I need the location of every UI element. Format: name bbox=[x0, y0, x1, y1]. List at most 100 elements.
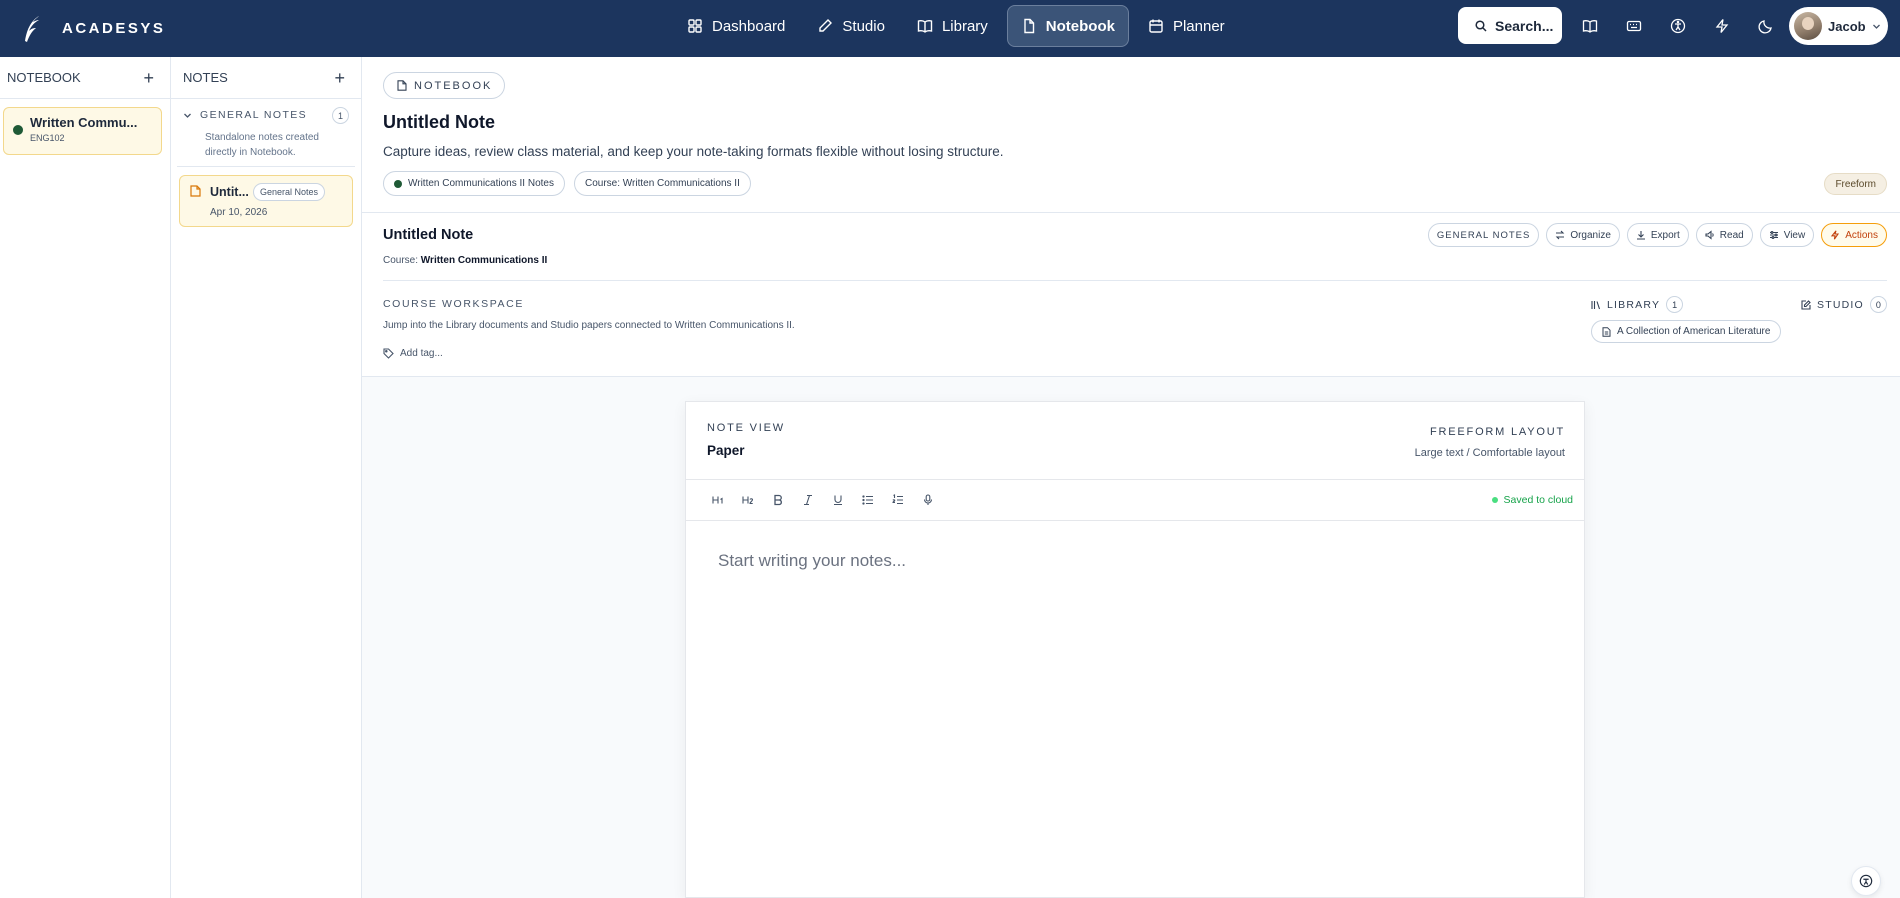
notebook-header: NOTEBOOK + bbox=[0, 57, 170, 99]
bold-button[interactable] bbox=[763, 486, 793, 514]
heading2-button[interactable] bbox=[733, 486, 763, 514]
nav-label: Planner bbox=[1172, 17, 1225, 35]
notebook-chip[interactable]: Written Communications II Notes bbox=[383, 171, 565, 196]
nav-studio[interactable]: Studio bbox=[804, 5, 898, 47]
italic-button[interactable] bbox=[793, 486, 823, 514]
read-button[interactable]: Read bbox=[1695, 223, 1753, 247]
studio-label: STUDIO bbox=[1817, 298, 1864, 311]
microphone-icon bbox=[923, 494, 933, 505]
accessibility-icon bbox=[1859, 874, 1873, 888]
read-label: Read bbox=[1719, 229, 1744, 241]
swap-icon bbox=[1555, 230, 1565, 240]
theme-toggle-button[interactable] bbox=[1744, 8, 1788, 44]
notebook-item[interactable]: Written Commu... ENG102 bbox=[3, 107, 162, 155]
bullet-list-button[interactable] bbox=[853, 486, 883, 514]
note-view-label: NOTE VIEW bbox=[707, 422, 785, 434]
quill-logo-icon bbox=[25, 15, 39, 42]
book-icon bbox=[917, 20, 933, 33]
nav-dashboard[interactable]: Dashboard bbox=[674, 5, 798, 47]
user-name: Jacob bbox=[1828, 18, 1866, 34]
export-label: Export bbox=[1650, 229, 1680, 241]
note-group-count: 1 bbox=[332, 107, 349, 124]
notebook-chip-label: Written Communications II Notes bbox=[408, 178, 554, 189]
library-label: LIBRARY bbox=[1607, 298, 1661, 311]
studio-count: 0 bbox=[1869, 296, 1887, 313]
top-icons bbox=[1568, 8, 1788, 44]
chevron-down-icon bbox=[1872, 24, 1880, 29]
main-nav: Dashboard Studio Library Notebook Planne… bbox=[674, 5, 1238, 47]
notes-header: NOTES + bbox=[171, 57, 361, 99]
underline-button[interactable] bbox=[823, 486, 853, 514]
nav-library[interactable]: Library bbox=[904, 5, 1001, 47]
note-title[interactable]: Untitled Note bbox=[383, 227, 473, 243]
actions-label: Actions bbox=[1845, 229, 1878, 241]
search-button[interactable]: Search... bbox=[1458, 7, 1562, 44]
moon-icon bbox=[1758, 20, 1772, 34]
note-item[interactable]: Untit... General Notes Apr 10, 2026 bbox=[179, 175, 353, 227]
course-chip[interactable]: Course: Written Communications II bbox=[573, 171, 751, 196]
note-course: Course: Written Communications II bbox=[383, 255, 547, 266]
accessibility-fab[interactable] bbox=[1851, 866, 1881, 896]
add-notebook-button[interactable]: + bbox=[143, 69, 154, 87]
italic-icon bbox=[804, 494, 812, 506]
add-tag-label: Add tag... bbox=[400, 348, 443, 359]
calendar-icon bbox=[1149, 19, 1163, 33]
heading1-button[interactable] bbox=[703, 486, 733, 514]
document-icon bbox=[1602, 326, 1611, 337]
note-group-toggle[interactable]: GENERAL NOTES bbox=[183, 109, 351, 121]
notebook-pill: NOTEBOOK bbox=[383, 72, 506, 99]
nav-notebook[interactable]: Notebook bbox=[1006, 5, 1129, 47]
export-button[interactable]: Export bbox=[1626, 223, 1689, 247]
brand[interactable]: ACADESYS bbox=[22, 0, 165, 57]
note-group: GENERAL NOTES 1 Standalone notes created… bbox=[171, 99, 361, 160]
note-group-desc: Standalone notes created directly in Not… bbox=[205, 132, 319, 158]
nav-label: Library bbox=[941, 17, 988, 35]
library-doc-chip[interactable]: A Collection of American Literature bbox=[1591, 320, 1782, 343]
notebook-item-code: ENG102 bbox=[30, 133, 65, 143]
actions-button[interactable]: Actions bbox=[1821, 223, 1887, 247]
library-icon bbox=[1591, 300, 1601, 309]
bullet-list-icon bbox=[862, 495, 873, 505]
avatar bbox=[1794, 12, 1822, 40]
note-item-date: Apr 10, 2026 bbox=[210, 207, 268, 218]
nav-planner[interactable]: Planner bbox=[1135, 5, 1238, 47]
note-editor[interactable]: Start writing your notes... bbox=[718, 551, 906, 571]
save-status-label: Saved to cloud bbox=[1503, 494, 1573, 506]
main-area: NOTEBOOK Untitled Note Capture ideas, re… bbox=[362, 57, 1900, 898]
add-tag-button[interactable]: Add tag... bbox=[383, 348, 443, 359]
group-tag-button[interactable]: GENERAL NOTES bbox=[1427, 223, 1540, 247]
bold-icon bbox=[774, 494, 782, 506]
notes-sidebar: NOTES + GENERAL NOTES 1 Standalone notes… bbox=[171, 57, 362, 898]
note-course-name: Written Communications II bbox=[420, 255, 548, 266]
notes-heading: NOTES bbox=[183, 70, 228, 85]
keyboard-button[interactable] bbox=[1612, 8, 1656, 44]
user-menu-button[interactable]: Jacob bbox=[1789, 7, 1888, 45]
note-file-icon bbox=[190, 185, 201, 197]
view-button[interactable]: View bbox=[1759, 223, 1815, 247]
notebook-sidebar: NOTEBOOK + Written Commu... ENG102 bbox=[0, 57, 171, 898]
nav-label: Notebook bbox=[1045, 17, 1115, 35]
lightning-icon bbox=[1715, 19, 1729, 33]
notebook-heading: NOTEBOOK bbox=[7, 70, 81, 85]
layout-label: FREEFORM LAYOUT bbox=[1430, 426, 1565, 438]
organize-button[interactable]: Organize bbox=[1546, 223, 1620, 247]
quick-actions-button[interactable] bbox=[1700, 8, 1744, 44]
note-item-badge: General Notes bbox=[253, 183, 326, 201]
reader-button[interactable] bbox=[1568, 8, 1612, 44]
grid-icon bbox=[688, 19, 702, 33]
note-meta: Untitled Note Course: Written Communicat… bbox=[362, 213, 1900, 377]
numbered-list-button[interactable] bbox=[883, 486, 913, 514]
layout-desc: Large text / Comfortable layout bbox=[1414, 447, 1565, 459]
numbered-list-icon bbox=[892, 494, 903, 505]
divider bbox=[177, 166, 355, 167]
dictation-button[interactable] bbox=[913, 486, 943, 514]
organize-label: Organize bbox=[1570, 229, 1611, 241]
add-note-button[interactable]: + bbox=[334, 69, 345, 87]
accessibility-icon bbox=[1670, 18, 1686, 34]
notebook-item-title: Written Commu... bbox=[30, 115, 138, 130]
workspace-label: COURSE WORKSPACE bbox=[383, 298, 524, 310]
underline-icon bbox=[834, 495, 842, 506]
course-color-dot bbox=[394, 179, 402, 188]
accessibility-button[interactable] bbox=[1656, 8, 1700, 44]
pen-icon bbox=[819, 19, 833, 32]
